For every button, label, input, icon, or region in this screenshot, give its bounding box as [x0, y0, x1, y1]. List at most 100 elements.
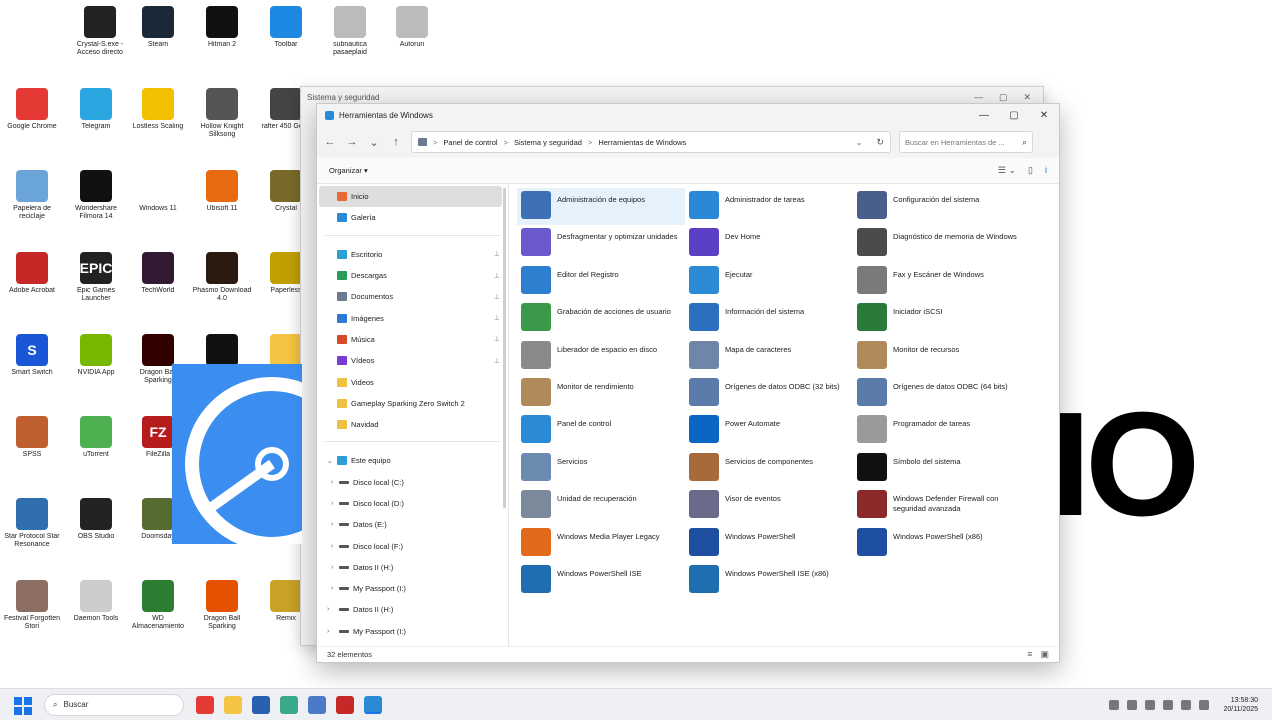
tool-item[interactable]: Monitor de recursos — [853, 338, 1021, 375]
taskbar-search[interactable]: ⌕ Buscar — [44, 693, 184, 716]
tool-item[interactable]: Administración de equipos — [517, 188, 685, 226]
details-view-icon[interactable]: ≡ — [1027, 649, 1032, 660]
desktop-icon[interactable]: Festival Forgotten Stori — [0, 580, 64, 631]
tool-item[interactable]: Windows PowerShell — [685, 525, 853, 562]
desktop-icon[interactable]: Star Protocol Star Resonance — [0, 498, 64, 549]
desktop-icon[interactable]: EPIC Epic Games Launcher — [64, 252, 128, 303]
taskbar-app-recorder[interactable] — [336, 695, 354, 714]
tool-item[interactable]: Servicios de componentes — [685, 450, 853, 487]
desktop-icon[interactable]: Google Chrome — [0, 88, 64, 139]
large-icons-view-icon[interactable]: ▣ — [1040, 649, 1049, 660]
wifi-icon[interactable] — [1163, 699, 1174, 710]
sidebar-item[interactable]: Navidad — [317, 414, 508, 435]
explorer-window[interactable]: Herramientas de Windows — ▢ ✕ ← → ⌄ ↑ > … — [316, 103, 1060, 663]
sidebar-item[interactable]: › Disco local (F:) — [317, 535, 508, 556]
chevron-right-icon[interactable]: › — [331, 564, 333, 571]
preview-pane-icon[interactable]: ▯ — [1028, 165, 1033, 176]
desktop-icon[interactable]: OBS Studio — [64, 498, 128, 549]
back-button[interactable]: ← — [323, 136, 337, 148]
sidebar-item[interactable]: Inicio — [319, 186, 502, 208]
pin-icon[interactable]: ⊥ — [494, 250, 500, 258]
sidebar-item[interactable]: Galería — [317, 207, 508, 228]
pin-icon[interactable]: ⊥ — [494, 293, 500, 301]
pin-icon[interactable]: ⊥ — [494, 357, 500, 365]
forward-button[interactable]: → — [345, 136, 359, 148]
sidebar-item[interactable]: Documentos ⊥ — [317, 286, 508, 307]
chevron-right-icon[interactable]: › — [331, 521, 333, 528]
maximize-button[interactable]: ▢ — [999, 110, 1029, 121]
taskbar-app-explorer[interactable] — [224, 695, 242, 714]
tool-item[interactable]: Servicios — [517, 450, 685, 487]
taskbar-app-store[interactable] — [252, 695, 270, 714]
desktop-icon[interactable]: Steam — [126, 6, 190, 57]
sidebar-item[interactable]: › Datos (E:) — [317, 514, 508, 535]
desktop-icon[interactable]: uTorrent — [64, 416, 128, 467]
sidebar-scrollbar[interactable] — [503, 188, 506, 508]
sidebar-item[interactable]: Escritorio ⊥ — [317, 244, 508, 265]
tool-item[interactable]: Grabación de acciones de usuario — [517, 300, 685, 337]
organize-button[interactable]: Organizar ▾ — [329, 166, 368, 175]
desktop-icon[interactable]: Dragon Ball Sparking — [190, 580, 254, 631]
chevron-right-icon[interactable]: › — [331, 585, 333, 592]
tool-item[interactable]: Administrador de tareas — [685, 188, 853, 225]
tool-item[interactable]: Monitor de rendimiento — [517, 375, 685, 412]
close-icon[interactable]: ✕ — [1023, 92, 1031, 103]
refresh-icon[interactable]: ↻ — [876, 137, 884, 148]
desktop-icon[interactable]: Toolbar — [254, 6, 318, 57]
desktop-icon[interactable]: TechWorld — [126, 252, 190, 303]
desktop-icon[interactable]: Telegram — [64, 88, 128, 139]
desktop-icon[interactable]: S Smart Switch — [0, 334, 64, 385]
breadcrumb-system-security[interactable]: Sistema y seguridad — [514, 138, 582, 147]
chevron-right-icon[interactable]: › — [331, 543, 333, 550]
search-icon[interactable]: ⌕ — [1022, 137, 1027, 148]
desktop-icon[interactable]: SPSS — [0, 416, 64, 467]
desktop-icon[interactable]: Hitman 2 — [190, 6, 254, 57]
tool-item[interactable]: Windows Media Player Legacy — [517, 525, 685, 562]
tool-item[interactable]: Windows PowerShell (x86) — [853, 525, 1021, 562]
desktop-icon[interactable]: NVIDIA App — [64, 334, 128, 385]
sidebar-item[interactable]: › Datos II (H:) — [317, 599, 508, 620]
sidebar-item[interactable]: ⌄ Este equipo — [317, 450, 508, 471]
chevron-right-icon[interactable]: › — [331, 500, 333, 507]
desktop-icon[interactable]: Papelera de reciclaje — [0, 170, 64, 221]
help-icon[interactable]: i — [1045, 165, 1047, 176]
desktop-icon[interactable]: Crystal-S.exe - Acceso directo — [68, 6, 132, 57]
tool-item[interactable]: Editor del Registro — [517, 263, 685, 300]
tool-item[interactable]: Configuración del sistema — [853, 188, 1021, 225]
desktop-icon[interactable]: Windows 11 — [126, 170, 190, 221]
minimize-button[interactable]: — — [969, 110, 999, 121]
chevron-right-icon[interactable]: › — [327, 628, 329, 635]
chevron-right-icon[interactable]: › — [331, 479, 333, 486]
desktop-icon[interactable]: Adobe Acrobat — [0, 252, 64, 303]
view-options-icon[interactable]: ☰ ⌄ — [998, 165, 1016, 176]
breadcrumb-control-panel[interactable]: Panel de control — [443, 138, 497, 147]
chevron-down-icon[interactable]: ⌄ — [327, 457, 333, 465]
taskbar-app-notepad[interactable] — [308, 695, 326, 714]
address-bar[interactable]: > Panel de control > Sistema y seguridad… — [411, 131, 891, 153]
close-button[interactable]: ✕ — [1029, 110, 1059, 121]
tool-item[interactable]: Dev Home — [685, 225, 853, 262]
sidebar-item[interactable]: › My Passport (I:) — [317, 578, 508, 599]
sidebar-item[interactable]: Videos — [317, 371, 508, 392]
tool-item[interactable]: Programador de tareas — [853, 412, 1021, 449]
taskbar-app-control-panel[interactable] — [364, 695, 382, 714]
chevron-down-icon[interactable]: ⌄ — [856, 138, 863, 147]
desktop-icon[interactable]: Ubisoft 11 — [190, 170, 254, 221]
desktop-icon[interactable]: Phasmo Download 4.0 — [190, 252, 254, 303]
up-button[interactable]: ↑ — [389, 136, 403, 148]
desktop-icon[interactable]: Lostless Scaling — [126, 88, 190, 139]
start-button[interactable] — [8, 691, 36, 719]
sidebar-item[interactable]: Música ⊥ — [317, 329, 508, 350]
tray-icon[interactable] — [1109, 699, 1120, 710]
tool-item[interactable]: Visor de eventos — [685, 487, 853, 524]
tool-item[interactable]: Ejecutar — [685, 263, 853, 300]
pin-icon[interactable]: ⊥ — [494, 314, 500, 322]
search-input[interactable]: Buscar en Herramientas de ... ⌕ — [899, 131, 1033, 153]
tool-item[interactable]: Fax y Escáner de Windows — [853, 263, 1021, 300]
sidebar-item[interactable]: Gameplay Sparking Zero Switch 2 — [317, 393, 508, 414]
tool-item[interactable]: Orígenes de datos ODBC (64 bits) — [853, 375, 1021, 412]
taskbar-app-chrome[interactable] — [196, 695, 214, 714]
desktop-icon[interactable]: Wondershare Filmora 14 — [64, 170, 128, 221]
chevron-right-icon[interactable]: › — [327, 606, 329, 613]
volume-icon[interactable] — [1181, 699, 1192, 710]
